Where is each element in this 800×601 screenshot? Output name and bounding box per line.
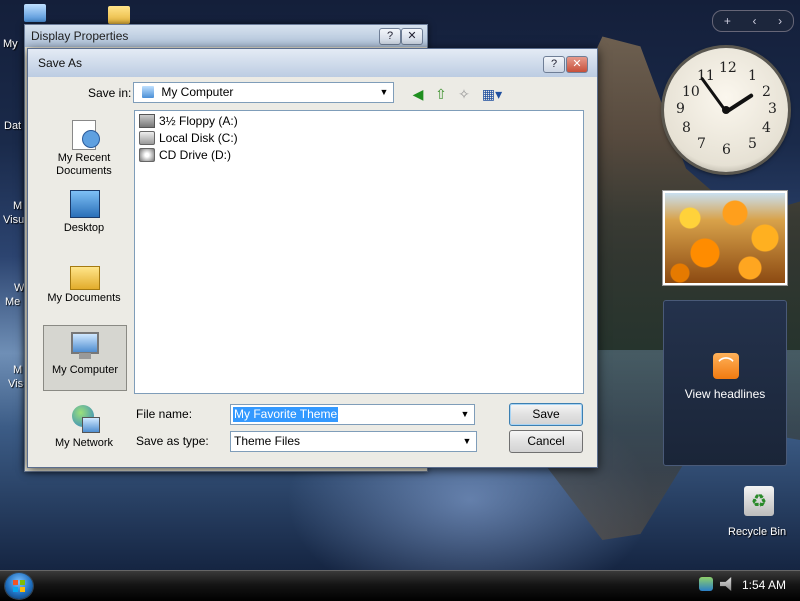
save-in-dropdown[interactable]: My Computer ▼ bbox=[133, 82, 394, 103]
clock-center bbox=[722, 106, 730, 114]
list-item-label: Local Disk (C:) bbox=[159, 131, 238, 145]
recent-documents-icon bbox=[68, 118, 100, 150]
place-label: Desktop bbox=[63, 222, 105, 234]
places-bar: My Recent Documents Desktop My Documents… bbox=[40, 109, 130, 454]
recycle-bin-label[interactable]: Recycle Bin bbox=[728, 526, 786, 538]
clock-number: 5 bbox=[748, 136, 757, 152]
desktop-icon-label-fragment[interactable]: Visu bbox=[3, 214, 24, 226]
recycle-bin-icon[interactable]: ♻ bbox=[744, 486, 774, 516]
cd-drive-icon bbox=[139, 148, 155, 162]
desktop-icon-label-fragment[interactable]: M bbox=[13, 200, 22, 212]
desktop-icon bbox=[68, 188, 100, 220]
clock-number: 6 bbox=[722, 142, 731, 158]
save-as-title: Save As bbox=[38, 56, 83, 70]
next-gadget-button[interactable]: › bbox=[778, 14, 782, 28]
clock-number: 12 bbox=[719, 60, 737, 76]
desktop-icon-label-fragment[interactable]: Me bbox=[5, 296, 20, 308]
place-desktop[interactable]: Desktop bbox=[43, 184, 125, 248]
view-headlines-link[interactable]: View headlines bbox=[664, 387, 786, 401]
desktop-icon-label-fragment[interactable]: Dat bbox=[4, 120, 21, 132]
help-button[interactable]: ? bbox=[379, 28, 401, 45]
taskbar-clock[interactable]: 1:54 AM bbox=[742, 578, 786, 592]
place-label: My Computer bbox=[51, 364, 119, 376]
close-button[interactable]: ✕ bbox=[401, 28, 423, 45]
network-tray-icon[interactable] bbox=[699, 577, 713, 591]
save-as-type-value: Theme Files bbox=[234, 434, 301, 448]
save-in-label: Save in: bbox=[88, 86, 132, 100]
file-name-label: File name: bbox=[136, 407, 193, 421]
chevron-down-icon: ▼ bbox=[462, 436, 472, 446]
clock-number: 2 bbox=[762, 84, 771, 100]
list-item-label: 3½ Floppy (A:) bbox=[159, 114, 238, 128]
save-as-titlebar: Save As bbox=[28, 49, 597, 77]
up-folder-icon[interactable]: ⇧ bbox=[431, 84, 451, 104]
display-properties-title: Display Properties bbox=[25, 25, 427, 47]
list-item[interactable]: Local Disk (C:) bbox=[139, 130, 238, 146]
place-my-network[interactable]: My Network bbox=[43, 399, 125, 463]
cancel-button[interactable]: Cancel bbox=[509, 430, 583, 453]
start-button[interactable] bbox=[5, 573, 33, 599]
slideshow-gadget[interactable] bbox=[662, 190, 788, 286]
floppy-drive-icon bbox=[139, 114, 155, 128]
place-label: My Network bbox=[54, 437, 114, 449]
my-computer-icon bbox=[142, 86, 154, 98]
list-item-label: CD Drive (D:) bbox=[159, 148, 231, 162]
file-list[interactable]: 3½ Floppy (A:) Local Disk (C:) CD Drive … bbox=[134, 110, 584, 394]
place-my-documents[interactable]: My Documents bbox=[43, 254, 125, 318]
new-folder-icon[interactable]: ✧ bbox=[454, 84, 474, 104]
chevron-down-icon[interactable]: ▼ bbox=[458, 405, 472, 424]
view-menu-icon[interactable]: ▦▾ bbox=[478, 84, 506, 104]
taskbar bbox=[0, 570, 800, 601]
clock-number: 9 bbox=[676, 101, 685, 117]
desktop-computer-icon[interactable] bbox=[24, 4, 46, 22]
file-name-value: My Favorite Theme bbox=[233, 407, 339, 422]
desktop-icon-label-fragment[interactable]: My bbox=[3, 38, 18, 50]
hard-disk-icon bbox=[139, 131, 155, 145]
place-my-computer[interactable]: My Computer bbox=[43, 325, 127, 391]
save-in-value: My Computer bbox=[161, 85, 234, 99]
feeds-gadget[interactable]: ⌒ View headlines bbox=[663, 300, 787, 466]
add-gadget-button[interactable]: + bbox=[724, 14, 731, 28]
clock-number: 10 bbox=[682, 84, 700, 100]
save-button[interactable]: Save bbox=[509, 403, 583, 426]
clock-number: 7 bbox=[697, 136, 706, 152]
save-as-dialog: Save As ? ✕ Save in: My Computer ▼ ◀ ⇧ ✧… bbox=[27, 48, 598, 468]
desktop-icon-label-fragment[interactable]: W bbox=[14, 282, 24, 294]
sidebar-controls: + ‹ › bbox=[712, 10, 794, 32]
list-item[interactable]: CD Drive (D:) bbox=[139, 147, 231, 163]
chevron-down-icon: ▼ bbox=[379, 87, 389, 97]
slideshow-photo bbox=[665, 193, 785, 283]
close-button[interactable]: ✕ bbox=[566, 56, 588, 73]
my-network-icon bbox=[68, 403, 100, 435]
file-name-field[interactable]: My Favorite Theme ▼ bbox=[230, 404, 475, 425]
my-documents-icon bbox=[68, 258, 100, 290]
clock-number: 3 bbox=[768, 101, 777, 117]
prev-gadget-button[interactable]: ‹ bbox=[753, 14, 757, 28]
back-icon[interactable]: ◀ bbox=[408, 84, 428, 104]
desktop-folder-icon[interactable] bbox=[108, 6, 130, 24]
list-item[interactable]: 3½ Floppy (A:) bbox=[139, 113, 238, 129]
save-as-type-dropdown[interactable]: Theme Files ▼ bbox=[230, 431, 477, 452]
my-computer-icon bbox=[69, 330, 101, 362]
help-button[interactable]: ? bbox=[543, 56, 565, 73]
clock-number: 8 bbox=[682, 120, 691, 136]
desktop-icon-label-fragment[interactable]: M bbox=[13, 364, 22, 376]
clock-gadget[interactable]: 12 1 2 3 4 5 6 7 8 9 10 11 bbox=[664, 48, 788, 172]
place-my-recent-documents[interactable]: My Recent Documents bbox=[43, 114, 125, 178]
clock-number: 4 bbox=[762, 120, 771, 136]
save-as-type-label: Save as type: bbox=[136, 434, 209, 448]
place-label: My Recent Documents bbox=[56, 152, 112, 177]
rss-icon: ⌒ bbox=[713, 353, 739, 379]
desktop-icon-label-fragment[interactable]: Vis bbox=[8, 378, 23, 390]
clock-number: 1 bbox=[748, 68, 757, 84]
place-label: My Documents bbox=[47, 292, 121, 304]
